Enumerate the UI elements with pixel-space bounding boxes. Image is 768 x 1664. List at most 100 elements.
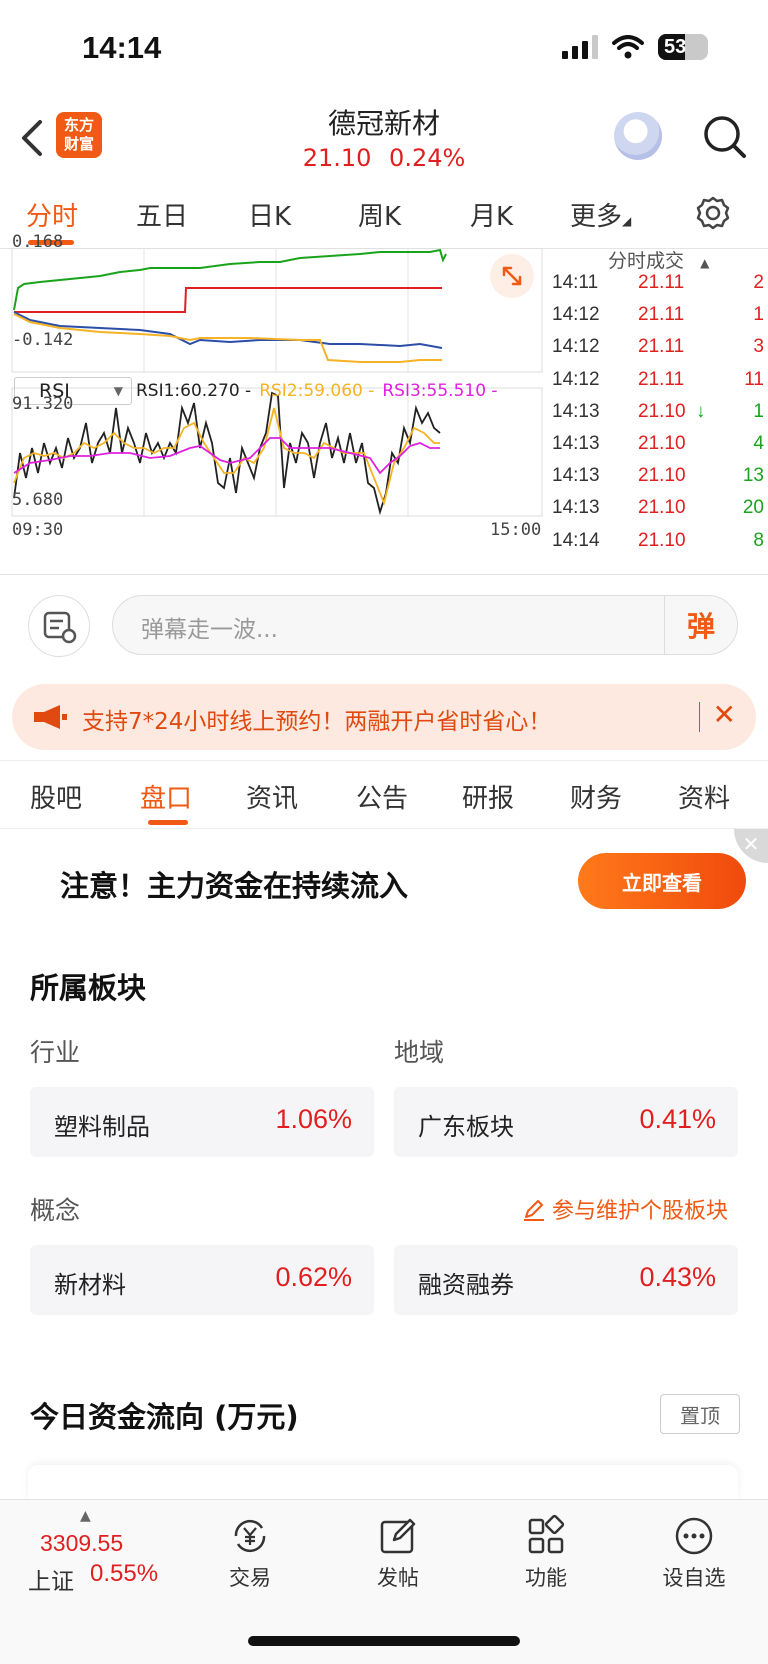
tab-intraday[interactable]: 分时 — [26, 196, 78, 233]
status-bar: 14:14 53 — [0, 0, 768, 100]
danmu-send-button[interactable]: 弹 — [664, 596, 737, 654]
caret-up-icon: ▲ — [700, 256, 710, 270]
fund-flow-title: 今日资金流向 (万元) — [30, 1400, 299, 1434]
time-axis-end: 15:00 — [490, 520, 542, 540]
trade-price: 21.11 — [638, 272, 685, 293]
trade-price: 21.10 — [638, 433, 686, 454]
down-arrow-icon: ↓ — [696, 400, 706, 422]
signal-icon — [562, 35, 598, 59]
more-dots-icon — [675, 1517, 713, 1555]
rsi2-value: RSI2:59.060 - — [259, 381, 375, 401]
danmu-placeholder: 弹幕走一波... — [141, 617, 278, 643]
battery-icon: 53 — [658, 34, 708, 60]
wifi-icon — [612, 35, 644, 59]
sector-change: 1.06% — [275, 1104, 352, 1134]
tab-pankou[interactable]: 盘口 — [140, 778, 192, 815]
tab-news[interactable]: 资讯 — [246, 778, 298, 815]
trade-volume: 3 — [753, 336, 764, 358]
nav-post-label: 发帖 — [377, 1566, 419, 1590]
region-label: 地域 — [394, 1038, 445, 1067]
edit-pencil-icon — [524, 1200, 544, 1221]
trade-time: 14:11 — [552, 272, 599, 293]
status-time: 14:14 — [82, 30, 162, 65]
trade-price: 21.11 — [638, 368, 685, 390]
fund-flow-ad: 注意！主力资金在持续流入 立即查看 ✕ — [0, 829, 768, 935]
nav-watchlist-label: 设自选 — [662, 1566, 726, 1590]
period-tabs: 分时 五日 日K 周K 月K 更多◢ — [0, 180, 768, 249]
sector-change: 0.41% — [639, 1104, 716, 1134]
stock-change-pct: 0.24% — [389, 144, 466, 172]
intraday-chart-area: 0.168 -0.142 RSI ▼ RSI1:60.270 - RSI2:59… — [0, 232, 768, 575]
index-name[interactable]: 上证 — [28, 1562, 74, 1596]
danmu-settings-icon[interactable] — [28, 595, 90, 657]
sector-card-concept-2[interactable]: 融资融券 0.43% — [394, 1245, 738, 1315]
tab-monthly-k[interactable]: 月K — [470, 196, 513, 233]
tick-trades-panel[interactable]: 分时成交 ▲ 14:11 21.11 2 14:12 21.11 1 14:12 21.11 3… — [544, 248, 768, 574]
price-line-green — [13, 248, 447, 311]
ad-close-icon[interactable]: ✕ — [734, 829, 768, 863]
sector-change: 0.62% — [275, 1262, 352, 1292]
sub-tab-active-underline — [148, 820, 188, 825]
tab-guba[interactable]: 股吧 — [30, 778, 82, 815]
nav-trade[interactable]: 交易 — [200, 1514, 300, 1592]
sector-name: 新材料 — [54, 1271, 126, 1299]
sector-name: 广东板块 — [418, 1113, 514, 1141]
trade-volume: 4 — [753, 433, 764, 454]
trade-price: 21.11 — [638, 304, 685, 326]
industry-label: 行业 — [30, 1038, 81, 1067]
sector-card-region[interactable]: 广东板块 0.41% — [394, 1087, 738, 1157]
close-icon[interactable]: ✕ — [713, 698, 736, 731]
home-indicator — [248, 1636, 520, 1646]
expand-fullscreen-icon[interactable] — [490, 254, 534, 298]
danmu-send-label: 弹 — [686, 610, 715, 643]
tab-profile[interactable]: 资料 — [678, 778, 730, 815]
nav-functions[interactable]: 功能 — [496, 1514, 596, 1592]
trade-row: 14:13 21.10 20 — [552, 497, 764, 529]
trade-volume: 1 — [753, 304, 764, 326]
sector-card-concept-1[interactable]: 新材料 0.62% — [30, 1245, 374, 1315]
index-change[interactable]: 0.55% — [90, 1560, 158, 1588]
megaphone-icon — [34, 705, 67, 729]
tab-announcements[interactable]: 公告 — [356, 778, 408, 815]
nav-watchlist[interactable]: 设自选 — [644, 1514, 744, 1592]
content-tabs: 股吧 盘口 资讯 公告 研报 财务 资料 — [0, 762, 768, 829]
tab-daily-k[interactable]: 日K — [248, 196, 291, 233]
sector-card-industry[interactable]: 塑料制品 1.06% — [30, 1087, 374, 1157]
tab-weekly-k[interactable]: 周K — [358, 196, 401, 233]
nav-post[interactable]: 发帖 — [348, 1514, 448, 1592]
trade-time: 14:14 — [552, 529, 600, 551]
trade-time: 14:12 — [552, 368, 600, 390]
view-now-button[interactable]: 立即查看 — [578, 853, 746, 909]
danmu-input[interactable]: 弹幕走一波... 弹 — [112, 595, 738, 655]
caret-up-icon[interactable]: ▲ — [80, 1508, 91, 1524]
rsi-bottom-value: 5.680 — [12, 490, 64, 510]
search-icon[interactable] — [700, 112, 750, 162]
tab-more[interactable]: 更多◢ — [570, 196, 631, 233]
sector-name: 融资融券 — [418, 1271, 514, 1299]
stock-header: 东方 财富 德冠新材 21.10 0.24% — [0, 100, 768, 180]
concept-label: 概念 — [30, 1196, 81, 1225]
intraday-chart[interactable] — [0, 248, 544, 574]
nav-trade-label: 交易 — [229, 1566, 271, 1590]
avg-price-line-red — [14, 287, 442, 313]
maintain-sectors-link[interactable]: 参与维护个股板块 — [522, 1193, 728, 1225]
rsi3-value: RSI3:55.510 - — [382, 381, 498, 401]
index-value[interactable]: 3309.55 — [40, 1530, 123, 1557]
promo-banner[interactable]: 支持7*24小时线上预约！两融开户省时省心！ ✕ — [12, 684, 756, 750]
tab-more-label: 更多 — [570, 202, 623, 232]
trade-price: 21.10 — [638, 465, 686, 487]
rsi-indicator-bar: RSI ▼ RSI1:60.270 - RSI2:59.060 - RSI3:5… — [14, 376, 542, 406]
status-icons: 53 — [562, 34, 708, 60]
edit-post-icon — [380, 1518, 416, 1554]
robot-assistant-icon[interactable] — [614, 112, 662, 160]
ad-text: 注意！主力资金在持续流入 — [60, 869, 409, 903]
trade-row: 14:13 21.10 13 — [552, 465, 764, 497]
trade-time: 14:13 — [552, 497, 600, 519]
tab-research[interactable]: 研报 — [462, 778, 514, 815]
sectors-title: 所属板块 — [30, 971, 147, 1005]
tab-five-day[interactable]: 五日 — [136, 196, 188, 233]
pin-top-button[interactable]: 置顶 — [660, 1394, 740, 1434]
settings-gear-icon[interactable] — [696, 196, 730, 230]
price-pct-bottom: -0.142 — [12, 330, 74, 350]
tab-finance[interactable]: 财务 — [570, 778, 622, 815]
